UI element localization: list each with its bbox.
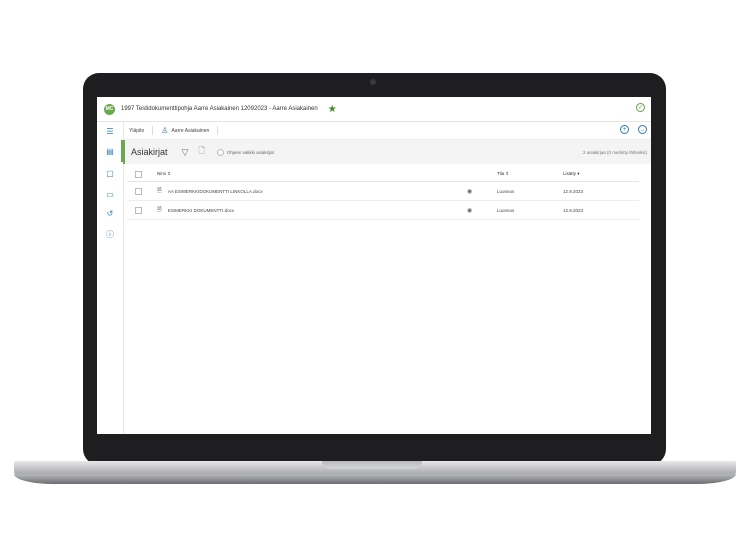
document-icon[interactable]: ▤ (105, 146, 115, 156)
column-header-name[interactable]: Nimi ⇕ (157, 171, 171, 177)
only-mine-radio[interactable] (216, 148, 224, 156)
star-icon[interactable]: ★ (328, 104, 337, 115)
section-title: Asiakirjat (131, 147, 168, 157)
row-status: Luonnos (497, 207, 515, 213)
filter-icon[interactable]: ▽ (182, 147, 189, 158)
document-count: 2 asiakirjaa (0 merkitty lähteiksi) (582, 149, 647, 155)
file-icon: 🗎 (157, 188, 162, 194)
avatar[interactable]: MC (104, 103, 115, 115)
info-icon[interactable]: ⓘ (105, 229, 115, 239)
column-header-status[interactable]: Tila ⇕ (497, 171, 509, 176)
breadcrumb-user[interactable]: Aarre Asiakainen (171, 128, 209, 134)
documents-table: Nimi ⇕ Tila ⇕ Lisätty ▾ 🗎 AA ESIMERKKIDOK… (127, 167, 639, 220)
camera (370, 79, 376, 85)
only-mine-toggle[interactable]: Ohjeen valikki asiakirjat (216, 148, 274, 156)
user-icon: ♙ (161, 126, 169, 135)
table-header: Nimi ⇕ Tila ⇕ Lisätty ▾ (127, 167, 639, 182)
divider (217, 126, 219, 135)
clipboard-icon[interactable]: ▢ (105, 168, 115, 178)
breadcrumb: Yläpito ♙ Aarre Asiakainen + → (123, 122, 651, 140)
select-all-checkbox[interactable] (134, 170, 142, 178)
list-icon[interactable]: ☰ (105, 126, 115, 136)
document-title: 1997 Testidokumenttipohja Aarre Asiakain… (121, 106, 318, 112)
row-checkbox[interactable] (134, 187, 142, 195)
app-screen: MC 1997 Testidokumenttipohja Aarre Asiak… (97, 97, 651, 434)
row-checkbox[interactable] (134, 206, 142, 214)
arrow-right-icon[interactable]: → (638, 125, 647, 134)
eye-icon[interactable]: ◉ (467, 207, 497, 214)
file-icon: 🗎 (157, 207, 162, 213)
laptop-notch (322, 461, 422, 469)
title-bar: MC 1997 Testidokumenttipohja Aarre Asiak… (97, 97, 651, 122)
eye-icon[interactable]: ◉ (467, 188, 497, 195)
screen-bezel (97, 434, 651, 459)
history-icon[interactable]: ↺ (105, 208, 115, 218)
documents-section-header: Asiakirjat ▽ 🗋 Ohjeen valikki asiakirjat… (123, 140, 651, 164)
column-header-created[interactable]: Lisätty ▾ (563, 171, 580, 176)
row-name[interactable]: ESIMERKKI DOKUMENTTI.docx (168, 208, 234, 213)
row-name[interactable]: AA ESIMERKKIDOKUMENTTI LINKOLLA.docx (168, 189, 263, 194)
breadcrumb-root[interactable]: Yläpito (129, 128, 144, 134)
row-created: 12.9.2023 (563, 188, 584, 194)
add-icon[interactable]: + (620, 125, 629, 134)
sidebar: ☰ ▤ ▢ ▭ ↺ ⓘ (97, 122, 124, 434)
table-row[interactable]: 🗎 AA ESIMERKKIDOKUMENTTI LINKOLLA.docx ◉ … (127, 182, 639, 201)
only-mine-label: Ohjeen valikki asiakirjat (226, 149, 274, 155)
document-search-icon[interactable]: 🗋 (198, 145, 204, 159)
divider (152, 126, 154, 135)
laptop-base-lip (14, 474, 736, 484)
check-circle-icon[interactable]: ✓ (636, 103, 645, 112)
row-status: Luonnos (497, 188, 515, 194)
row-created: 12.9.2023 (563, 207, 584, 213)
table-row[interactable]: 🗎 ESIMERKKI DOKUMENTTI.docx ◉ Luonnos 12.… (127, 201, 639, 220)
comment-icon[interactable]: ▭ (105, 189, 115, 199)
